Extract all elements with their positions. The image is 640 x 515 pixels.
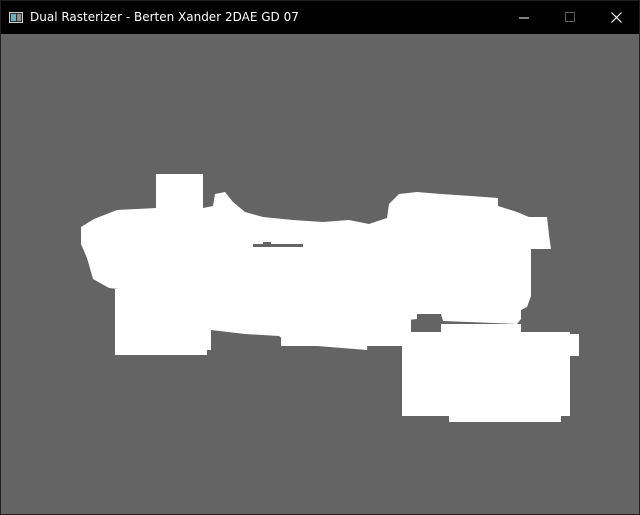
model-notch-b	[419, 316, 441, 320]
model-part-left-step	[200, 330, 211, 350]
model-part-right-tab	[564, 334, 579, 356]
app-window-icon	[9, 12, 23, 23]
minimize-button[interactable]	[501, 1, 547, 34]
model-part-right-foot	[449, 412, 561, 422]
close-button[interactable]	[593, 1, 639, 34]
model-notch-c	[263, 242, 271, 244]
render-viewport[interactable]	[1, 34, 639, 514]
model-notch-a	[253, 244, 303, 247]
app-window: Dual Rasterizer - Berten Xander 2DAE GD …	[0, 0, 640, 515]
model-part-right-block	[402, 332, 570, 416]
maximize-button[interactable]	[547, 1, 593, 34]
maximize-icon	[565, 12, 575, 22]
minimize-icon	[519, 17, 529, 19]
close-icon	[611, 12, 622, 23]
rendered-model-silhouette	[81, 174, 579, 422]
title-bar[interactable]: Dual Rasterizer - Berten Xander 2DAE GD …	[1, 1, 639, 34]
window-title: Dual Rasterizer - Berten Xander 2DAE GD …	[30, 10, 299, 24]
model-part-right-step	[441, 324, 521, 334]
model-part-center-fill	[201, 230, 411, 330]
